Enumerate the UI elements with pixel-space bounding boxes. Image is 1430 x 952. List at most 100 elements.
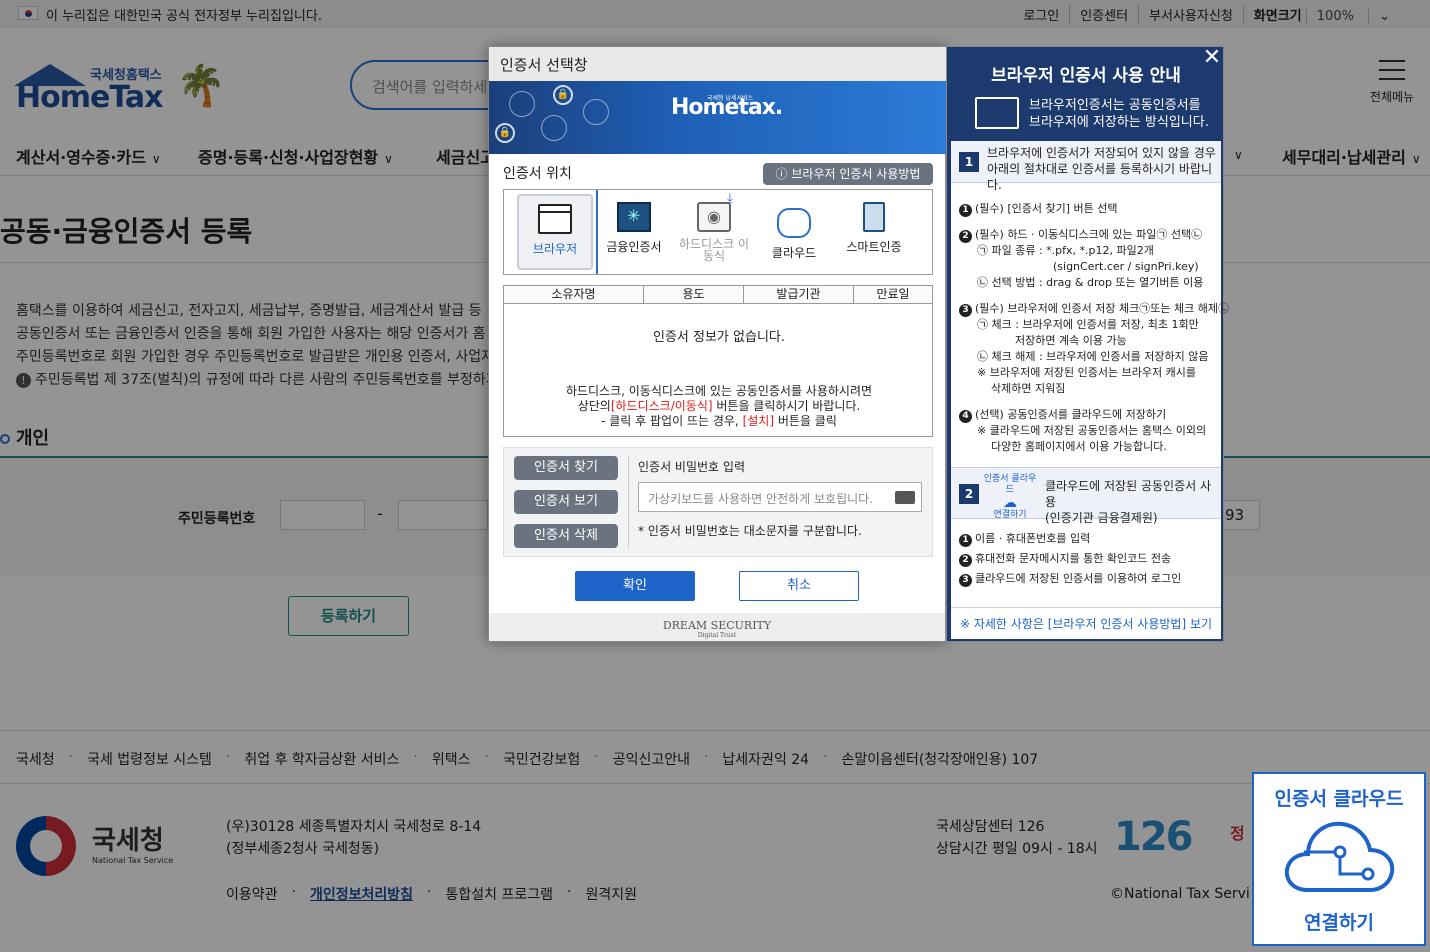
number-1-icon: 1 [959, 204, 972, 217]
guide-line: 저장하면 계속 이용 가능 [1015, 334, 1127, 347]
number-2-icon: 2 [959, 554, 972, 567]
help-icon: ⓘ [775, 167, 788, 181]
decor-hex [509, 91, 535, 117]
password-input[interactable]: 가상키보드를 사용하면 안전하게 보호됩니다. [638, 482, 922, 512]
dialog-title: 인증서 선택창 [489, 47, 947, 81]
location-browser[interactable]: 브라우저 [517, 194, 593, 270]
guide-line: ㉡ 체크 해제 : 브라우저에 인증서를 저장하지 않음 [977, 350, 1209, 363]
location-label-text: 스마트인증 [846, 240, 902, 254]
number-4-icon: 4 [959, 410, 972, 423]
guide-detail-link[interactable]: ※ 자세한 사항은 [브라우저 인증서 사용방법] 보기 [951, 607, 1221, 639]
location-label-text: 금융인증서 [606, 240, 662, 254]
empty-message: 인증서 정보가 없습니다. [653, 330, 785, 345]
number-2-icon: 2 [959, 230, 972, 243]
step-number: 1 [959, 152, 979, 172]
guide-line-text: 클라우드에 저장된 인증서를 이용하여 로그인 [975, 572, 1182, 585]
cert-select-dialog: 인증서 선택창 🔒 🔒 국세청 납세서비스 Hometax. 인증서 위치 ⓘ … [488, 46, 947, 642]
harddisk-icon [697, 202, 731, 232]
help-highlight: [설치] [742, 414, 775, 428]
guide-line-text: 휴대전화 문자메시지를 통한 확인코드 전송 [975, 552, 1172, 565]
intro-line: 브라우저인증서는 공동인증서를 [1029, 98, 1201, 113]
col-owner[interactable]: 소유자명 [504, 286, 644, 303]
find-cert-button[interactable]: 인증서 찾기 [514, 456, 618, 480]
location-financial-cert[interactable]: 금융인증서 [596, 194, 672, 270]
table-header: 소유자명 용도 발급기관 만료일 [504, 286, 932, 304]
cloud-mini-label: 연결하기 [993, 510, 1027, 520]
cloud-widget-action: 연결하기 [1304, 912, 1374, 934]
dialog-banner: 🔒 🔒 국세청 납세서비스 Hometax. [489, 81, 947, 154]
lock-icon: 🔒 [495, 123, 515, 143]
guide-line-text: (필수) [인증서 찾기] 버튼 선택 [975, 202, 1118, 215]
guide-line: 2 (필수) 하드 · 이동식디스크에 있는 파일㉠ 선택㉡ [959, 227, 1202, 243]
lock-icon: 🔒 [553, 85, 573, 105]
guide-line: 1 이름 · 휴대폰번호를 입력 [959, 531, 1090, 547]
cloud-widget-title: 인증서 클라우드 [1274, 788, 1404, 810]
step-2-header: 2 인증서 클라우드 ☁ 연결하기 클라우드에 저장된 공동인증서 사용 (인증… [951, 467, 1221, 525]
col-issuer[interactable]: 발급기관 [744, 286, 854, 303]
number-1-icon: 1 [959, 534, 972, 547]
location-cloud[interactable]: 클라우드 [756, 194, 832, 270]
close-icon[interactable]: ✕ [1201, 47, 1223, 69]
guide-line-text: (필수) 하드 · 이동식디스크에 있는 파일㉠ 선택㉡ [975, 228, 1203, 241]
download-icon[interactable]: ⤓ [727, 191, 733, 206]
guide-body: 1 브라우저에 인증서가 저장되어 있지 않을 경우 아래의 절차대로 인증서를… [951, 141, 1229, 639]
col-usage[interactable]: 용도 [644, 286, 744, 303]
guide-line: ※ 클라우드에 저장된 공동인증서는 홈택스 이외의 [977, 424, 1207, 437]
guide-line: 3 클라우드에 저장된 인증서를 이용하여 로그인 [959, 571, 1181, 587]
cloud-connect-icon[interactable]: 인증서 클라우드 ☁ 연결하기 [981, 474, 1039, 521]
delete-cert-button[interactable]: 인증서 삭제 [514, 524, 618, 548]
decor-hex [541, 115, 567, 141]
cloud-mini-label: 인증서 클라우드 [983, 474, 1037, 495]
separator [628, 456, 629, 548]
cert-cloud-widget[interactable]: 인증서 클라우드 연결하기 [1252, 772, 1426, 946]
step-1-header: 1 브라우저에 인증서가 저장되어 있지 않을 경우 아래의 절차대로 인증서를… [951, 141, 1221, 192]
guide-line: 삭제하면 지워짐 [991, 382, 1066, 395]
location-label: 인증서 위치 [503, 166, 572, 182]
number-3-icon: 3 [959, 304, 972, 317]
guide-line: ㉠ 파일 종류 : *.pfx, *.p12, 파일2개 [977, 244, 1154, 257]
password-note: * 인증서 비밀번호는 대소문자를 구분합니다. [638, 524, 862, 538]
guide-title: 브라우저 인증서 사용 안내 [991, 66, 1181, 86]
cloud-icon [777, 208, 811, 238]
view-cert-button[interactable]: 인증서 보기 [514, 490, 618, 514]
decor-hex [583, 99, 609, 125]
browser-cert-howto-button[interactable]: ⓘ 브라우저 인증서 사용방법 [763, 163, 933, 185]
step-text: 클라우드에 저장된 공동인증서 사용 (인증기관 금융결제원) [1045, 478, 1221, 526]
vendor-name: DREAM SECURITY [662, 619, 772, 632]
cert-location-list: 브라우저 금융인증서 하드디스크 이동식 클라우드 스마트인증 [503, 189, 933, 275]
vendor-sub: Digital Trust [697, 632, 737, 639]
guide-line-text: (선택) 공동인증서를 클라우드에 저장하기 [975, 408, 1167, 421]
browser-icon [538, 204, 572, 234]
location-smart-cert[interactable]: 스마트인증 [836, 194, 912, 270]
browser-cert-guide: 브라우저 인증서 사용 안내 ✕ 브라우저인증서는 공동인증서를 브라우저에 저… [946, 46, 1229, 642]
step-line: 브라우저에 인증서가 저장되어 있지 않을 경우 [987, 146, 1216, 160]
banner-logo: Hometax. [671, 95, 783, 120]
location-label-text: 하드디스크 이동식 [678, 237, 750, 263]
monitor-icon [975, 97, 1019, 129]
cert-table: 소유자명 용도 발급기관 만료일 인증서 정보가 없습니다. 하드디스크, 이동… [503, 285, 933, 437]
col-expiry[interactable]: 만료일 [854, 286, 932, 303]
help-text-part: 상단의 [577, 399, 611, 413]
intro-line: 브라우저에 저장하는 방식입니다. [1029, 115, 1209, 130]
cancel-button[interactable]: 취소 [739, 571, 859, 601]
help-text-part: 버튼을 클릭 [777, 414, 837, 428]
virtual-keyboard-icon[interactable] [895, 491, 915, 504]
guide-line: ㉡ 선택 방법 : drag & drop 또는 열기버튼 이용 [977, 276, 1204, 289]
help-text: 하드디스크, 이동식디스크에 있는 공동인증서를 사용하시려면 상단의[하드디스… [504, 384, 934, 429]
location-harddisk[interactable]: 하드디스크 이동식 [676, 194, 752, 270]
confirm-button[interactable]: 확인 [575, 571, 695, 601]
cloud-connect-icon [1284, 821, 1395, 892]
step-line: (인증기관 금융결제원) [1045, 511, 1158, 525]
password-label: 인증서 비밀번호 입력 [638, 460, 745, 474]
guide-line-text: 이름 · 휴대폰번호를 입력 [975, 532, 1091, 545]
smart-cert-icon [863, 202, 885, 232]
guide-line: 3 (필수) 브라우저에 인증서 저장 체크㉠또는 체크 해제㉡ [959, 301, 1229, 317]
help-line: - 클릭 후 팝업이 뜨는 경우, [설치] 버튼을 클릭 [504, 414, 934, 429]
help-line: 하드디스크, 이동식디스크에 있는 공동인증서를 사용하시려면 [565, 384, 873, 398]
step-number: 2 [959, 484, 979, 504]
help-text-part: 버튼을 클릭하시기 바랍니다. [716, 399, 861, 413]
guide-line: 다양한 홈페이지에서 이용 가능합니다. [991, 440, 1167, 453]
location-label-text: 브라우저 [532, 242, 578, 256]
financial-cert-icon [617, 202, 651, 232]
step-text: 브라우저에 인증서가 저장되어 있지 않을 경우 아래의 절차대로 인증서를 등… [987, 145, 1221, 193]
